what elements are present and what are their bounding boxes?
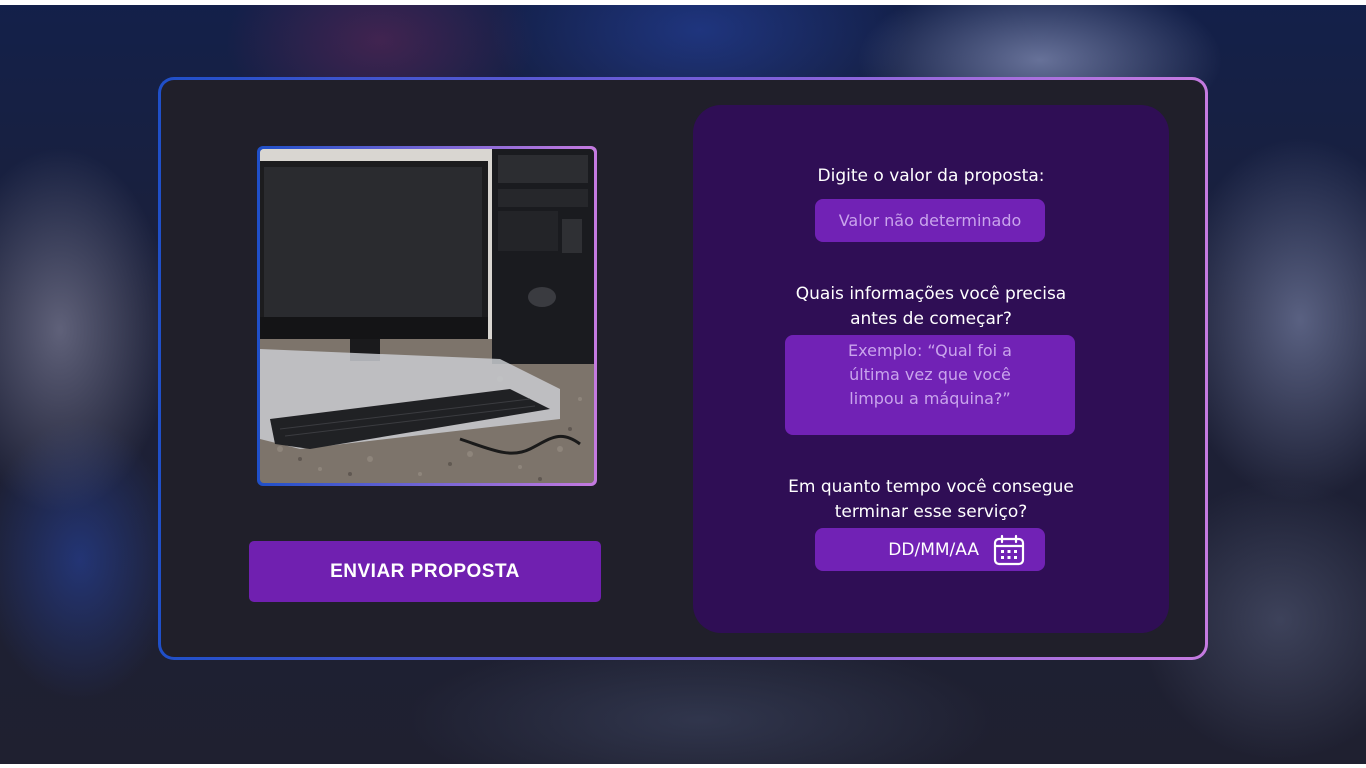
- value-label: Digite o valor da proposta:: [817, 166, 1045, 186]
- calendar-icon[interactable]: [993, 534, 1025, 566]
- deadline-label-line1: Em quanto tempo você consegue: [788, 477, 1074, 497]
- bottom-edge: [0, 764, 1366, 768]
- deadline-label-line2: terminar esse serviço?: [834, 502, 1028, 522]
- computer-photo-illustration: [260, 149, 594, 483]
- date-placeholder: DD/MM/AA: [888, 539, 979, 560]
- proposal-value-input[interactable]: [815, 199, 1045, 242]
- deadline-date-field[interactable]: DD/MM/AA: [815, 528, 1045, 571]
- proposal-card: ENVIAR PROPOSTA Digite o valor da propos…: [158, 77, 1208, 660]
- product-photo-frame: [257, 146, 597, 486]
- required-info-textarea[interactable]: [785, 335, 1075, 435]
- proposal-form-panel: Digite o valor da proposta: Quais inform…: [693, 105, 1169, 633]
- info-label-line1: Quais informações você precisa: [795, 284, 1067, 304]
- product-photo: [260, 149, 594, 483]
- proposal-card-body: ENVIAR PROPOSTA Digite o valor da propos…: [161, 80, 1205, 657]
- send-proposal-button[interactable]: ENVIAR PROPOSTA: [249, 541, 601, 602]
- info-label-line2: antes de começar?: [850, 309, 1012, 329]
- top-edge: [0, 0, 1366, 5]
